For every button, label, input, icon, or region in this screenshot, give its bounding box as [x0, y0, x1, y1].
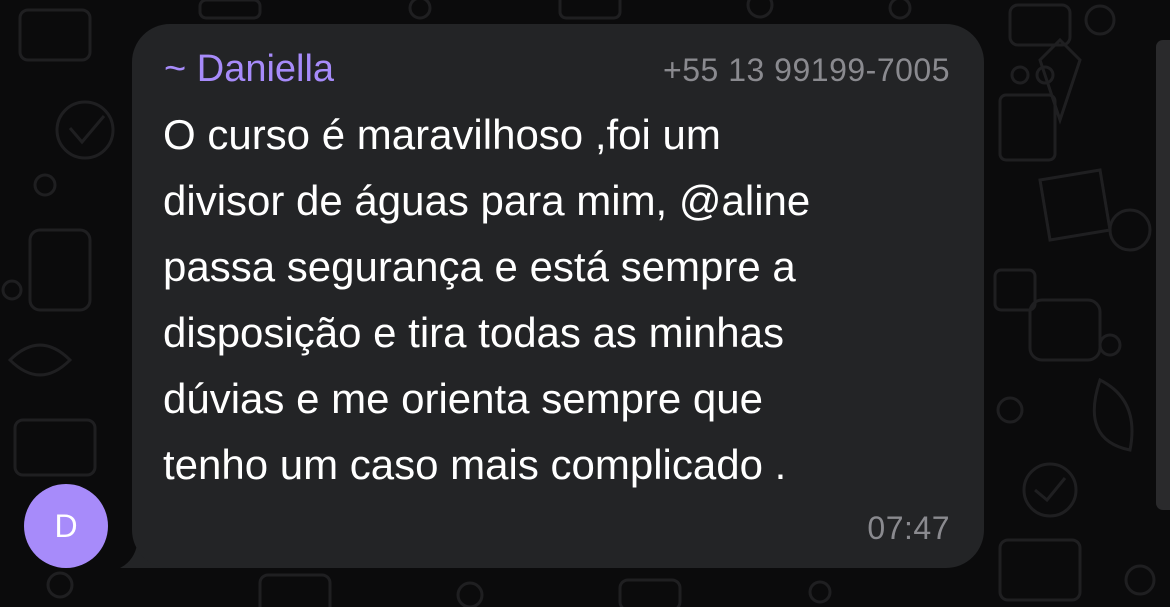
sender-phone: +55 13 99199-7005	[663, 52, 950, 88]
message-row: D ~ Daniella +55 13 99199-7005 O curso é…	[0, 0, 1170, 607]
message-timestamp: 07:47	[867, 510, 950, 546]
chat-background: D ~ Daniella +55 13 99199-7005 O curso é…	[0, 0, 1170, 607]
message-text: O curso é maravilhoso ,foi um divisor de…	[163, 111, 811, 488]
message-bubble[interactable]: ~ Daniella +55 13 99199-7005 O curso é m…	[132, 24, 984, 568]
avatar-initial: D	[54, 507, 78, 544]
avatar[interactable]: D	[24, 484, 108, 568]
sender-name[interactable]: ~ Daniella	[164, 48, 334, 90]
